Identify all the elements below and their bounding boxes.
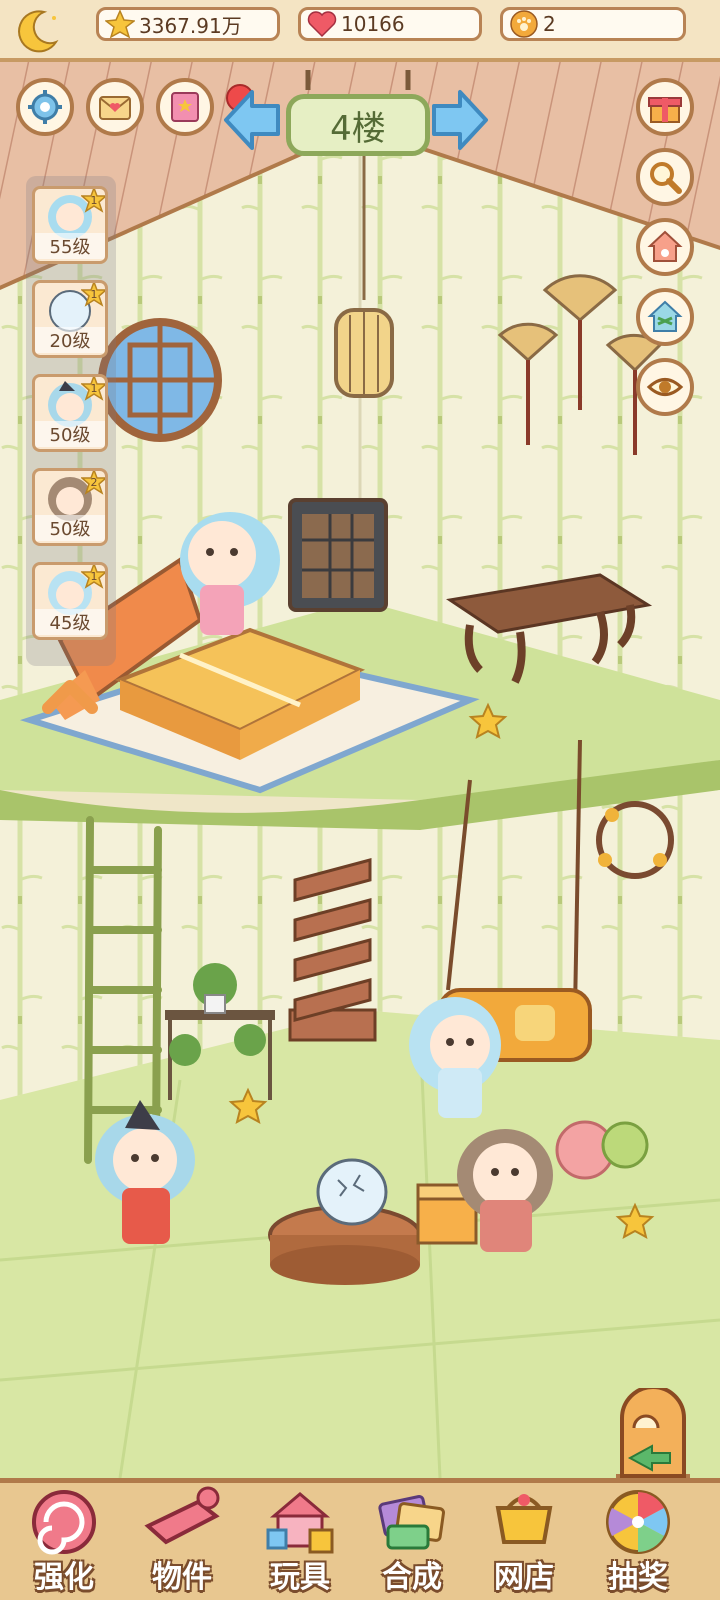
gear-icon [28, 90, 62, 124]
rank-badge-icon: 1 [81, 283, 105, 307]
game-screen: 3367.91万 10166 2 4楼 1 55级 1 20级 1 50级 2 … [0, 0, 720, 1600]
nav-toys[interactable]: 玩具 [246, 1486, 354, 1598]
svg-text:1: 1 [91, 382, 98, 395]
character-card[interactable]: 1 50级 [32, 374, 108, 452]
heart-amount: 10166 [341, 12, 405, 36]
nav-enhance[interactable]: 强化 [10, 1486, 118, 1598]
star-icon [105, 9, 135, 39]
prev-floor-arrow[interactable] [222, 88, 282, 152]
nav-label: 合成 [382, 1560, 442, 1595]
floor-sign: 4楼 [286, 70, 430, 156]
nav-label: 抽奖 [608, 1560, 668, 1595]
character-level: 50级 [35, 515, 105, 541]
rank-badge-icon: 1 [81, 189, 105, 213]
lollipop-icon [32, 1490, 96, 1555]
piano-icon [144, 1486, 220, 1545]
mail-button[interactable] [86, 78, 144, 136]
round-window [98, 318, 222, 442]
nav-label: 玩具 [270, 1560, 330, 1595]
envelope-heart-icon [99, 96, 131, 120]
star-amount: 3367.91万 [139, 13, 242, 38]
nav-lottery[interactable]: 抽奖 [584, 1486, 692, 1598]
star-currency: 3367.91万 [96, 7, 280, 41]
ice-egg [316, 1158, 388, 1226]
prize-wheel-icon [606, 1490, 670, 1554]
nav-synthesis[interactable]: 合成 [358, 1486, 466, 1598]
svg-text:2: 2 [91, 476, 98, 489]
svg-text:1: 1 [91, 570, 98, 583]
nav-label: 网店 [494, 1560, 554, 1595]
house-paw-icon [647, 230, 683, 262]
nav-items[interactable]: 物件 [128, 1486, 236, 1598]
character-card[interactable]: 1 45级 [32, 562, 108, 640]
birdcage-lamp [334, 308, 394, 398]
toy-house-icon [266, 1492, 334, 1554]
settings-button[interactable] [16, 78, 74, 136]
book-icon [171, 92, 199, 122]
paw-coin-currency: 2 [500, 7, 686, 41]
pet-house-button[interactable] [636, 218, 694, 276]
character-level: 20级 [35, 327, 105, 353]
chevron-up-icon[interactable] [40, 676, 100, 716]
eye-icon [646, 378, 684, 396]
magnifier-icon [650, 162, 682, 194]
moon-icon[interactable] [14, 6, 62, 54]
stone-cabinet [288, 498, 388, 612]
character-level: 45级 [35, 609, 105, 635]
rank-badge-icon: 1 [81, 565, 105, 589]
bamboo-ladder [84, 816, 162, 1164]
nav-shop[interactable]: 网店 [470, 1486, 578, 1598]
svg-text:1: 1 [91, 194, 98, 207]
gift-button[interactable] [636, 78, 694, 136]
sign-ropes [305, 70, 411, 90]
shop-basket-icon [495, 1494, 553, 1544]
character-list: 1 55级 1 20级 1 50级 2 50级 1 45级 [26, 176, 116, 666]
heart-icon [307, 11, 337, 38]
character-card[interactable]: 1 20级 [32, 280, 108, 358]
floor-label: 4楼 [286, 94, 430, 156]
character-card[interactable]: 1 55级 [32, 186, 108, 264]
rank-badge-icon: 2 [81, 471, 105, 495]
exit-door-button[interactable] [612, 1388, 694, 1484]
heart-currency: 10166 [298, 7, 482, 41]
search-button[interactable] [636, 148, 694, 206]
gift-icon [648, 97, 682, 123]
rank-badge-icon: 1 [81, 377, 105, 401]
nav-label: 强化 [34, 1560, 94, 1595]
share-house-button[interactable] [636, 288, 694, 346]
resource-bar: 3367.91万 10166 2 [0, 0, 720, 62]
view-button[interactable] [636, 358, 694, 416]
house-share-icon [647, 300, 683, 332]
svg-text:1: 1 [91, 288, 98, 301]
handbook-button[interactable] [156, 78, 214, 136]
nav-label: 物件 [152, 1560, 212, 1595]
character-level: 50级 [35, 421, 105, 447]
paw-coin-icon [510, 10, 538, 38]
character-card[interactable]: 2 50级 [32, 468, 108, 546]
next-floor-arrow[interactable] [430, 88, 490, 152]
character-level: 55级 [35, 233, 105, 259]
cards-icon [378, 1495, 445, 1550]
paw-coin-amount: 2 [543, 12, 556, 36]
